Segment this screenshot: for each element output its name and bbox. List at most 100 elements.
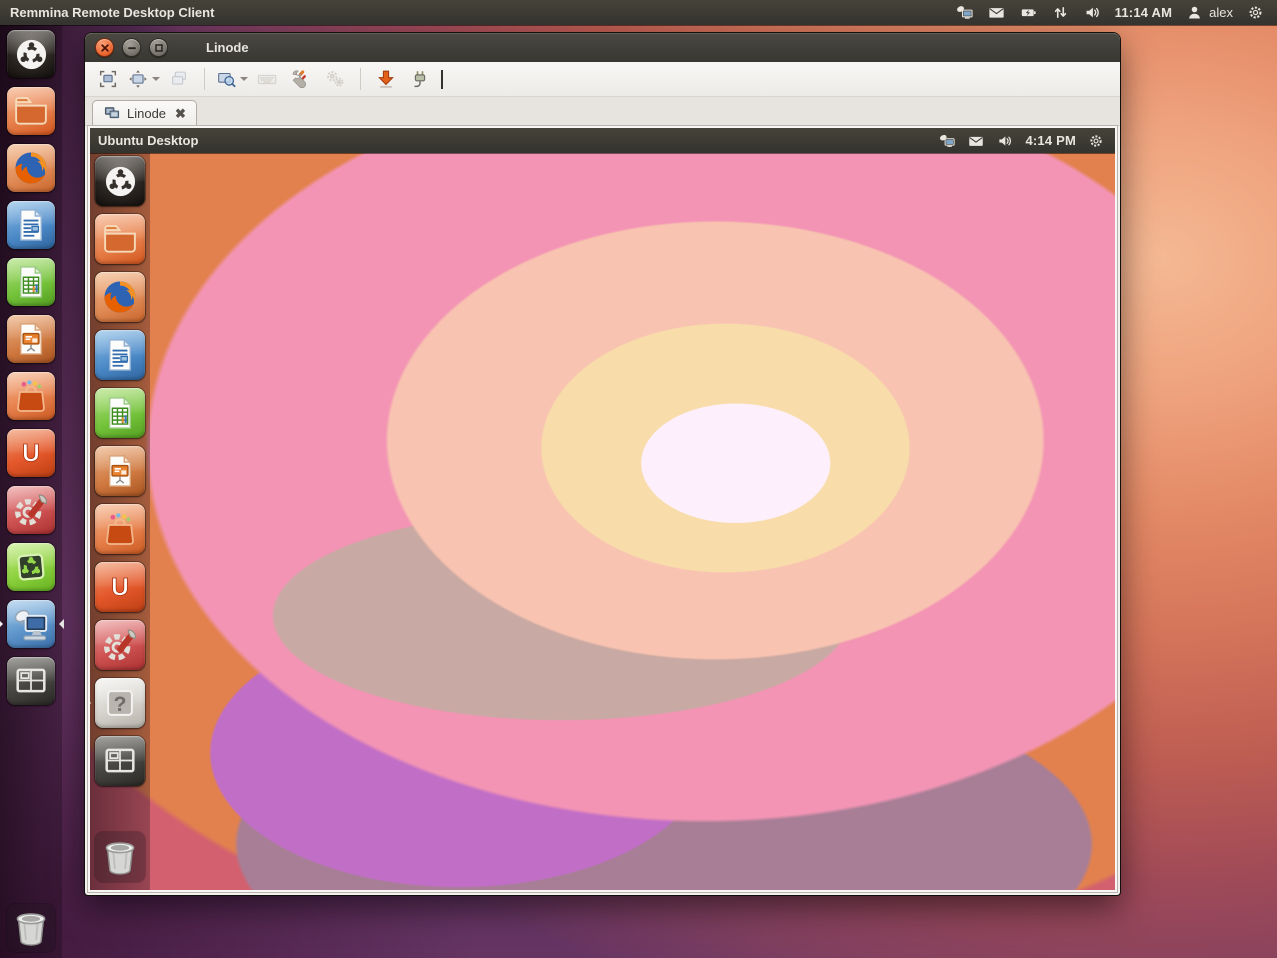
- remote-launcher-item-system-settings[interactable]: [95, 620, 145, 670]
- window-title: Linode: [206, 40, 249, 55]
- launcher-icon: [101, 568, 139, 606]
- remote-panel-menu-label[interactable]: Ubuntu Desktop: [90, 133, 198, 148]
- remote-indicator-area: 4:14 PM: [938, 132, 1115, 150]
- host-battery-indicator-icon[interactable]: [1019, 3, 1038, 22]
- window-controls: [95, 38, 168, 57]
- launcher-icon: [15, 38, 48, 71]
- remote-launcher-item-dash-home[interactable]: [95, 156, 145, 206]
- remote-session-gear-icon[interactable]: [1087, 132, 1105, 150]
- remote-launcher-item-libreoffice-impress[interactable]: [95, 446, 145, 496]
- launcher-icon: [12, 149, 50, 187]
- host-launcher-item-ubuntu-one[interactable]: [7, 429, 55, 477]
- dropdown-caret: [240, 77, 248, 85]
- window-maximize-button[interactable]: [149, 38, 168, 57]
- host-launcher-item-ubuntu-software-center[interactable]: [7, 372, 55, 420]
- tab-label: Linode: [127, 106, 166, 121]
- screen: Remmina Remote Desktop Client 11:14 AM a…: [0, 0, 1277, 958]
- launcher-icon: [101, 220, 139, 258]
- host-launcher-item-firefox[interactable]: [7, 144, 55, 192]
- launcher-icon: [101, 626, 139, 664]
- remote-launcher-item-trash[interactable]: [95, 832, 145, 882]
- window-titlebar[interactable]: Linode: [85, 33, 1120, 62]
- remote-desktop-view[interactable]: Ubuntu Desktop 4:14 PM: [88, 126, 1117, 892]
- remote-unity-launcher: [90, 153, 150, 890]
- remote-launcher-item-libreoffice-writer[interactable]: [95, 330, 145, 380]
- host-launcher-item-system-settings[interactable]: [7, 486, 55, 534]
- remote-launcher-item-ubuntu-one[interactable]: [95, 562, 145, 612]
- host-messaging-menu-icon[interactable]: [987, 3, 1006, 22]
- running-indicator-arrow: [0, 619, 8, 629]
- tab-close-icon[interactable]: ✖: [175, 107, 186, 120]
- toolbar-text-cursor[interactable]: [441, 70, 443, 89]
- host-session-gear-icon[interactable]: [1246, 3, 1265, 22]
- host-launcher-item-libreoffice-impress[interactable]: [7, 315, 55, 363]
- tab-bar: Linode ✖: [85, 97, 1120, 126]
- toolbar-resize-window-to-remote[interactable]: [127, 65, 160, 93]
- launcher-icon: [12, 320, 50, 358]
- host-sound-indicator-icon[interactable]: [1083, 3, 1102, 22]
- host-launcher-item-home-folder[interactable]: [7, 87, 55, 135]
- remmina-window: Linode: [85, 33, 1120, 895]
- toolbar-minimize-to-tray[interactable]: [371, 65, 401, 93]
- launcher-icon: [12, 263, 50, 301]
- toolbar-separator[interactable]: [204, 68, 205, 90]
- host-launcher-item-remmina[interactable]: [7, 600, 55, 648]
- maximize-icon: [154, 43, 164, 53]
- launcher-icon: [12, 662, 50, 700]
- launcher-icon: [12, 491, 50, 529]
- host-launcher-item-libreoffice-calc[interactable]: [7, 258, 55, 306]
- host-indicator-area: 11:14 AM alex: [955, 3, 1277, 22]
- host-launcher-item-dash-home[interactable]: [7, 30, 55, 78]
- remote-remote-desktop-indicator-icon[interactable]: [938, 132, 956, 150]
- launcher-icon: [9, 906, 53, 950]
- toolbar-disconnect[interactable]: [405, 65, 435, 93]
- host-launcher-item-libreoffice-writer[interactable]: [7, 201, 55, 249]
- running-indicator-arrow: [88, 698, 96, 708]
- remote-launcher-item-firefox[interactable]: [95, 272, 145, 322]
- host-unity-launcher: [0, 25, 62, 958]
- tab-linode[interactable]: Linode ✖: [92, 100, 197, 125]
- toolbar-toggle-scaled-mode[interactable]: [215, 65, 248, 93]
- remote-sound-indicator-icon[interactable]: [996, 132, 1014, 150]
- remote-clock[interactable]: 4:14 PM: [1025, 133, 1076, 148]
- host-tray-icons: [955, 3, 1102, 22]
- host-launcher-item-green-ubuntu-app[interactable]: [7, 543, 55, 591]
- remote-top-panel: Ubuntu Desktop 4:14 PM: [90, 128, 1115, 153]
- launcher-icon: [101, 278, 139, 316]
- window-close-button[interactable]: [95, 38, 114, 57]
- launcher-icon: [101, 742, 139, 780]
- toolbar-grab-keyboard: [252, 65, 282, 93]
- host-clock[interactable]: 11:14 AM: [1115, 5, 1172, 20]
- launcher-icon: [12, 605, 50, 643]
- launcher-icon: [101, 684, 139, 722]
- close-icon: [100, 43, 110, 53]
- remote-wallpaper: [90, 128, 1115, 890]
- remote-messaging-menu-icon[interactable]: [967, 132, 985, 150]
- launcher-icon: [98, 835, 142, 879]
- toolbar-toggle-fullscreen[interactable]: [93, 65, 123, 93]
- launcher-icon: [12, 206, 50, 244]
- remote-screen-icon: [103, 105, 121, 121]
- host-top-panel: Remmina Remote Desktop Client 11:14 AM a…: [0, 0, 1277, 25]
- host-launcher-item-workspace-switcher[interactable]: [7, 657, 55, 705]
- remote-launcher-item-ubuntu-software-center[interactable]: [95, 504, 145, 554]
- remote-launcher-item-workspace-switcher[interactable]: [95, 736, 145, 786]
- launcher-icon: [101, 510, 139, 548]
- remote-tray-icons: [938, 132, 1014, 150]
- remmina-toolbar: [85, 62, 1120, 97]
- remote-launcher-item-unknown-window[interactable]: [95, 678, 145, 728]
- focused-indicator-arrow: [54, 619, 64, 629]
- host-network-transfer-indicator-icon[interactable]: [1051, 3, 1070, 22]
- host-remote-desktop-indicator-icon[interactable]: [955, 3, 974, 22]
- remote-launcher-item-home-folder[interactable]: [95, 214, 145, 264]
- launcher-icon: [12, 548, 50, 586]
- launcher-icon: [12, 434, 50, 472]
- toolbar-connection-tools[interactable]: [286, 65, 316, 93]
- window-minimize-button[interactable]: [122, 38, 141, 57]
- toolbar-connection-preferences: [320, 65, 350, 93]
- minimize-icon: [127, 43, 137, 53]
- remote-launcher-item-libreoffice-calc[interactable]: [95, 388, 145, 438]
- toolbar-separator[interactable]: [360, 68, 361, 90]
- host-launcher-item-trash[interactable]: [7, 904, 55, 952]
- user-menu[interactable]: alex: [1185, 3, 1233, 22]
